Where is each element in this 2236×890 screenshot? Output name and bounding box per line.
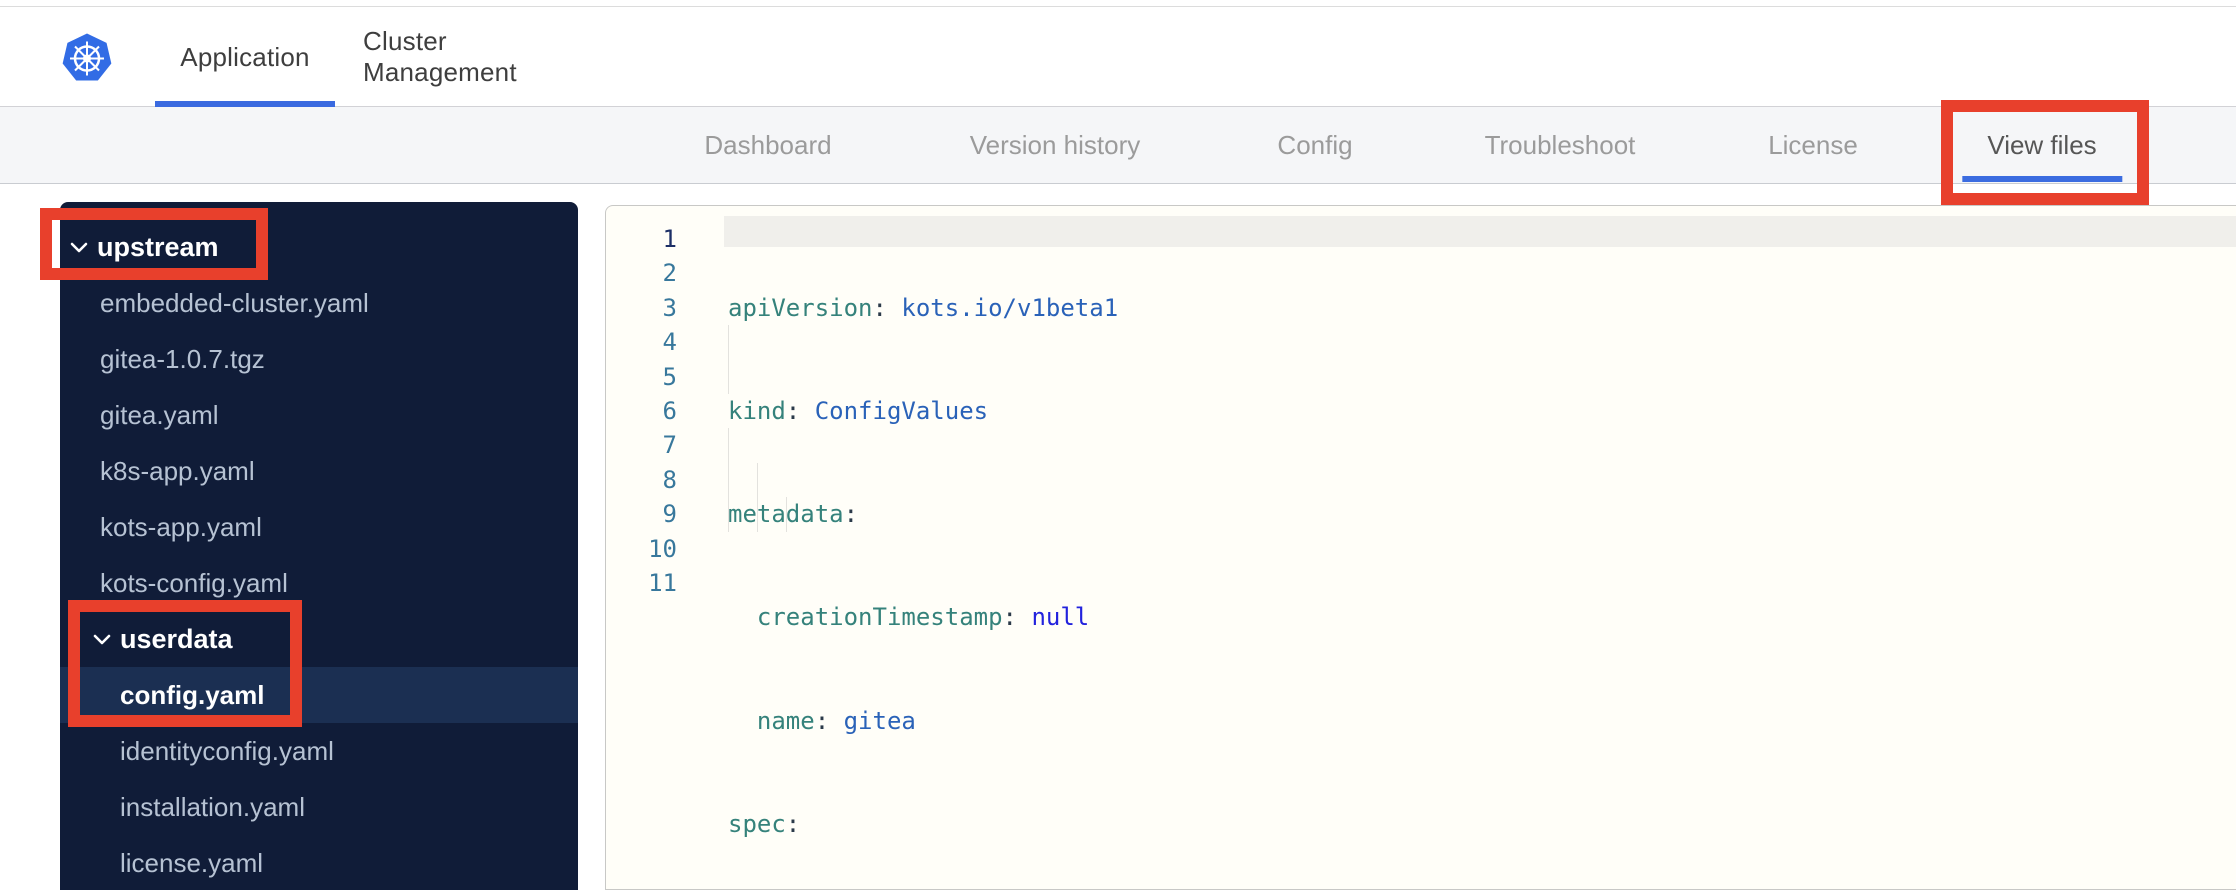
line-number: 8: [662, 465, 677, 494]
line-number: 9: [662, 500, 677, 529]
subnav-tab-config-label: Config: [1277, 129, 1353, 160]
file-license-yaml[interactable]: license.yaml: [60, 835, 578, 890]
file-kots-app-yaml[interactable]: kots-app.yaml: [60, 499, 578, 555]
annotation-box-view-files: [1941, 100, 2149, 205]
subnav-tab-troubleshoot[interactable]: Troubleshoot: [1485, 107, 1636, 183]
subnav-tab-config[interactable]: Config: [1277, 107, 1352, 183]
app-header: Application Cluster Management: [0, 8, 2236, 107]
file-label: embedded-cluster.yaml: [100, 287, 369, 318]
code-line: name: gitea: [756, 706, 916, 735]
subnav-tab-troubleshoot-label: Troubleshoot: [1484, 129, 1636, 160]
subnav-tab-dashboard-label: Dashboard: [704, 129, 832, 160]
app-subnav: Dashboard Version history Config Trouble…: [0, 107, 2236, 184]
file-installation-yaml[interactable]: installation.yaml: [60, 779, 578, 835]
line-number: 6: [662, 397, 677, 426]
kubernetes-logo-icon: [62, 33, 112, 83]
file-tree: upstream embedded-cluster.yaml gitea-1.0…: [60, 202, 578, 890]
subnav-tab-license-label: License: [1768, 129, 1858, 160]
file-label: kots-app.yaml: [100, 511, 262, 542]
subnav-tab-version-history[interactable]: Version history: [970, 107, 1141, 183]
file-label: gitea-1.0.7.tgz: [100, 343, 265, 374]
subnav-tab-version-history-label: Version history: [969, 129, 1141, 160]
code-editor[interactable]: 1 2 3 4 5 6 7 8 9 10 11 apiVersion: kots…: [605, 205, 2236, 890]
line-number: 5: [662, 362, 677, 391]
code-line: apiVersion: kots.io/v1beta1: [728, 293, 1119, 322]
tab-cluster-management[interactable]: Cluster Management: [363, 8, 597, 106]
annotation-box-upstream: [40, 208, 268, 280]
file-label: identityconfig.yaml: [120, 735, 334, 766]
window-top-strip: [0, 0, 2236, 7]
file-label: installation.yaml: [120, 791, 305, 822]
yaml-content: apiVersion: kots.io/v1beta1 kind: Config…: [728, 222, 2236, 889]
code-line: creationTimestamp: null: [756, 603, 1090, 632]
line-number: 3: [662, 293, 677, 322]
file-label: kots-config.yaml: [100, 567, 288, 598]
subnav-tab-license[interactable]: License: [1768, 107, 1858, 183]
code-line: kind: ConfigValues: [728, 397, 989, 426]
file-gitea-tgz[interactable]: gitea-1.0.7.tgz: [60, 331, 578, 387]
line-number: 1: [662, 225, 677, 253]
annotation-box-userdata-config: [68, 600, 302, 727]
file-gitea-yaml[interactable]: gitea.yaml: [60, 387, 578, 443]
file-identityconfig-yaml[interactable]: identityconfig.yaml: [60, 723, 578, 779]
tab-application[interactable]: Application: [155, 8, 335, 107]
tab-application-label: Application: [180, 41, 310, 72]
file-label: k8s-app.yaml: [100, 455, 255, 486]
code-line: metadata:: [728, 500, 859, 529]
line-number: 7: [662, 431, 677, 460]
line-number: 4: [662, 328, 677, 357]
subnav-tab-dashboard[interactable]: Dashboard: [704, 107, 831, 183]
tab-cluster-management-label: Cluster Management: [363, 26, 517, 87]
line-number-gutter: 1 2 3 4 5 6 7 8 9 10 11: [606, 222, 677, 600]
line-number: 10: [648, 534, 677, 563]
kots-admin-console: Application Cluster Management Dashboard…: [0, 0, 2236, 890]
file-k8s-app-yaml[interactable]: k8s-app.yaml: [60, 443, 578, 499]
file-embedded-cluster-yaml[interactable]: embedded-cluster.yaml: [60, 275, 578, 331]
line-number: 11: [648, 569, 677, 598]
file-label: license.yaml: [120, 847, 264, 878]
file-label: gitea.yaml: [100, 399, 219, 430]
line-number: 2: [662, 259, 677, 288]
code-line: spec:: [728, 809, 801, 838]
